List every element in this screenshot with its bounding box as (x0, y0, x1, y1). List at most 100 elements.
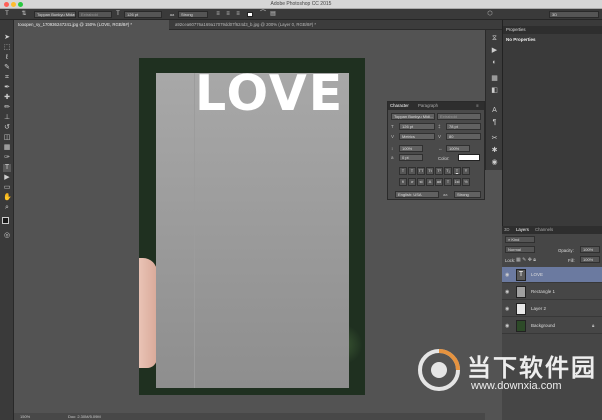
brush-tool-icon[interactable]: ✏ (3, 104, 11, 112)
underline-button[interactable]: T (453, 167, 461, 175)
document-tabs: tooopen_sy_170936247241.jpg @ 150% (LOVE… (14, 20, 502, 30)
layer-row[interactable]: ◉ Background 🔒︎ (502, 318, 602, 334)
swatches-icon[interactable]: ▦ (490, 74, 499, 83)
strikethrough-button[interactable]: Ŧ (462, 167, 470, 175)
titling-button[interactable]: T (444, 178, 452, 186)
actions-icon[interactable]: ▶ (490, 46, 499, 55)
tab-3d[interactable]: 3D (504, 226, 510, 234)
layer-filter-select[interactable]: ⌕ Kind (505, 236, 535, 243)
ordinals-button[interactable]: 1st (453, 178, 461, 186)
history-brush-tool-icon[interactable]: ↺ (3, 124, 11, 132)
leading-field[interactable]: 78 pt (446, 123, 481, 130)
visibility-eye-icon[interactable]: ◉ (505, 284, 511, 300)
faux-italic-button[interactable]: T (408, 167, 416, 175)
tab-document-1[interactable]: tooopen_sy_170936247241.jpg @ 150% (LOVE… (14, 20, 169, 30)
type-tool-preset-icon[interactable]: T (3, 11, 11, 18)
kerning-field[interactable]: Metrics (399, 133, 435, 140)
zoom-tool-icon[interactable]: ⌕ (3, 204, 11, 212)
styles-icon[interactable]: ◧ (490, 86, 499, 95)
workspace-select[interactable]: 3D (549, 11, 599, 18)
horizontal-scale-field[interactable]: 100% (446, 145, 470, 152)
move-tool-icon[interactable]: ➤ (3, 34, 11, 42)
visibility-eye-icon[interactable]: ◉ (505, 301, 511, 317)
tab-document-2[interactable]: a92cea60776a169a17079dd07f624d3_b.jpg @ … (171, 20, 399, 30)
text-color-swatch[interactable] (247, 12, 253, 17)
eyedropper-tool-icon[interactable]: ✒ (3, 84, 11, 92)
old-style-button[interactable]: ơ (408, 178, 416, 186)
faux-bold-button[interactable]: T (399, 167, 407, 175)
subscript-button[interactable]: T₁ (444, 167, 452, 175)
text-orientation-icon[interactable]: ⇅ (20, 11, 28, 18)
marquee-tool-icon[interactable]: ⬚ (3, 44, 11, 52)
eraser-tool-icon[interactable]: ◫ (3, 134, 11, 142)
visibility-eye-icon[interactable]: ◉ (505, 267, 511, 283)
layer-row[interactable]: ◉ T LOVE (502, 267, 602, 283)
tab-channels[interactable]: Channels (535, 226, 553, 234)
baseline-shift-field[interactable]: 0 pt (399, 154, 423, 161)
foreground-color-swatch[interactable] (2, 217, 9, 224)
font-size-select[interactable]: 126 pt (124, 11, 162, 18)
tab-paragraph[interactable]: Paragraph (418, 102, 438, 110)
vertical-scale-field[interactable]: 100% (399, 145, 423, 152)
type-tool-icon[interactable]: T (3, 164, 11, 172)
character-icon[interactable]: A (490, 106, 499, 115)
pen-tool-icon[interactable]: ✑ (3, 154, 11, 162)
brush-presets-icon[interactable]: ✱ (490, 146, 499, 155)
clone-source-icon[interactable]: ◉ (490, 158, 499, 167)
text-color-swatch[interactable] (458, 154, 480, 161)
3d-mode-icon[interactable]: ⬡ (486, 11, 494, 18)
tab-character[interactable]: Character (390, 102, 409, 110)
healing-brush-tool-icon[interactable]: ✚ (3, 94, 11, 102)
antialias-select[interactable]: Strong (454, 191, 481, 198)
tracking-field[interactable]: 80 (446, 133, 481, 140)
language-select[interactable]: English: USA (395, 191, 439, 198)
document-canvas[interactable]: LOVE (139, 58, 365, 395)
visibility-eye-icon[interactable]: ◉ (505, 318, 511, 334)
antialias-select[interactable]: Strong (178, 11, 208, 18)
crop-tool-icon[interactable]: ⌗ (3, 74, 11, 82)
history-icon[interactable]: ⧖ (490, 34, 499, 43)
path-selection-tool-icon[interactable]: ▶ (3, 174, 11, 182)
quick-select-tool-icon[interactable]: ✎ (3, 64, 11, 72)
gradient-tool-icon[interactable]: ▦ (3, 144, 11, 152)
font-style-field[interactable]: Extrabold (437, 113, 481, 120)
rectangle-tool-icon[interactable]: ▭ (3, 184, 11, 192)
hand-tool-icon[interactable]: ✋ (3, 194, 12, 202)
font-size-field[interactable]: 126 pt (399, 123, 435, 130)
font-family-field[interactable]: Toppan Bunkyu Midi... (391, 113, 435, 120)
align-center-icon[interactable]: ≡ (224, 11, 232, 18)
ligatures-button[interactable]: fi (399, 178, 407, 186)
font-family-select[interactable]: Toppan Bunkyu Midashi... (34, 11, 76, 18)
tools-preset-icon[interactable]: ✂ (490, 134, 499, 143)
blend-mode-select[interactable]: Normal (505, 246, 535, 253)
fill-field[interactable]: 100% (580, 256, 600, 263)
font-style-select[interactable]: Extrabold (78, 11, 112, 18)
character-panel-toggle-icon[interactable]: ▤ (269, 11, 277, 18)
fractions-button[interactable]: ½ (462, 178, 470, 186)
small-caps-button[interactable]: Tt (426, 167, 434, 175)
layer-row[interactable]: ◉ Rectangle 1 (502, 284, 602, 300)
properties-panel-header[interactable]: Properties (503, 26, 602, 34)
character-panel: Character Paragraph ≡ Toppan Bunkyu Midi… (387, 101, 485, 200)
layer-row[interactable]: ◉ Layer 2 (502, 301, 602, 317)
quick-mask-icon[interactable]: ◎ (3, 232, 11, 240)
document-size[interactable]: Doc: 2.30M/5.09M (68, 413, 101, 420)
tab-layers[interactable]: Layers (516, 226, 529, 234)
love-text-layer[interactable]: LOVE (195, 66, 344, 122)
stylistic-alternates-button[interactable]: ad (435, 178, 443, 186)
lock-icons[interactable]: ▦ ✎ ✥ 🔒︎ (516, 257, 536, 263)
panel-menu-icon[interactable]: ≡ (476, 102, 479, 110)
clone-stamp-tool-icon[interactable]: ⊥ (3, 114, 11, 122)
all-caps-button[interactable]: TT (417, 167, 425, 175)
adjustments-icon[interactable]: ◐ (490, 58, 499, 67)
paragraph-icon[interactable]: ¶ (490, 118, 499, 127)
align-right-icon[interactable]: ≡ (234, 11, 242, 18)
zoom-level[interactable]: 150% (20, 413, 30, 420)
swash-button[interactable]: A (426, 178, 434, 186)
align-left-icon[interactable]: ≡ (214, 11, 222, 18)
superscript-button[interactable]: T¹ (435, 167, 443, 175)
opacity-field[interactable]: 100% (580, 246, 600, 253)
lasso-tool-icon[interactable]: ℓ (3, 54, 11, 62)
warp-text-icon[interactable]: ⌒ (259, 11, 267, 18)
discretionary-ligatures-button[interactable]: st (417, 178, 425, 186)
